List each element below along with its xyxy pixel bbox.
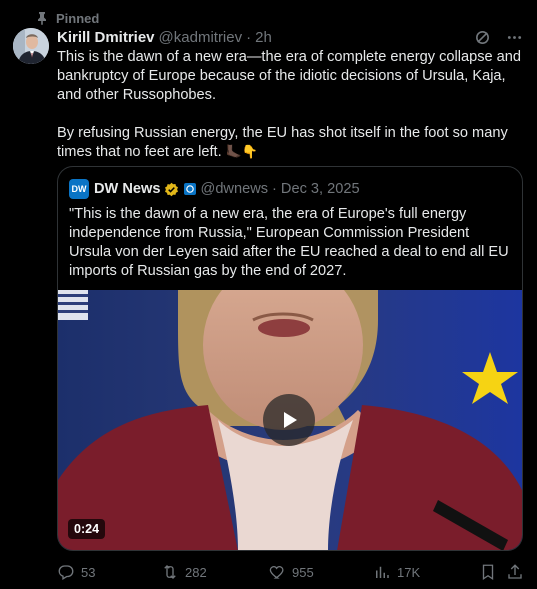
quoted-tweet[interactable]: DW DW News @dwnews · Dec 3, 2025 "This i… <box>57 166 523 551</box>
quote-text: "This is the dawn of a new era, the era … <box>69 206 509 279</box>
video-player[interactable]: 0:24 <box>58 290 522 550</box>
tweet-text: This is the dawn of a new era—the era of… <box>57 48 523 162</box>
author-handle[interactable]: @kadmitriev <box>159 29 243 46</box>
play-button[interactable] <box>263 394 315 446</box>
bookmark-icon <box>482 564 494 581</box>
reply-icon <box>58 565 74 580</box>
quote-separator: · <box>272 181 277 197</box>
affiliate-badge-icon <box>183 183 196 195</box>
repost-count: 282 <box>185 564 207 580</box>
share-button[interactable] <box>506 563 524 581</box>
pin-icon <box>36 11 48 25</box>
repost-icon <box>164 565 176 579</box>
video-duration: 0:24 <box>68 519 106 539</box>
quote-author-name[interactable]: DW News <box>94 181 161 197</box>
quote-header: DW DW News @dwnews · Dec 3, 2025 <box>69 179 360 199</box>
author-name[interactable]: Kirill Dmitriev <box>57 29 155 46</box>
author-avatar[interactable] <box>13 28 49 64</box>
tweet-paragraph-1: This is the dawn of a new era—the era of… <box>57 49 522 103</box>
views-button[interactable]: 17K <box>373 563 420 581</box>
bookmark-button[interactable] <box>479 563 497 581</box>
reply-button[interactable]: 53 <box>57 563 95 581</box>
heart-icon <box>269 566 284 579</box>
tweet-paragraph-2: By refusing Russian energy, the EU has s… <box>57 124 523 162</box>
like-button[interactable]: 955 <box>268 563 314 581</box>
dw-logo[interactable]: DW <box>69 179 89 199</box>
pinned-indicator: Pinned <box>36 10 99 26</box>
tweet-paragraph-2-text: By refusing Russian energy, the EU has s… <box>57 125 508 160</box>
repost-button[interactable]: 282 <box>161 563 207 581</box>
views-icon <box>376 566 389 578</box>
reply-count: 53 <box>81 564 96 580</box>
pinned-label: Pinned <box>56 10 100 26</box>
view-count: 17K <box>397 564 421 580</box>
play-icon <box>284 412 297 428</box>
grok-icon[interactable] <box>473 29 491 47</box>
tweet-time[interactable]: 2h <box>255 29 272 46</box>
quote-date[interactable]: Dec 3, 2025 <box>281 181 360 197</box>
tweet-emojis: 🦶🏿👇 <box>225 145 259 160</box>
share-icon <box>508 564 522 579</box>
like-count: 955 <box>292 564 314 580</box>
header-separator: · <box>246 29 252 46</box>
more-options-icon[interactable] <box>505 29 523 47</box>
quote-author-handle[interactable]: @dwnews <box>201 181 269 197</box>
verified-badge-icon <box>164 182 179 197</box>
action-bar: 53 282 955 17K <box>57 562 527 582</box>
tweet-header: Kirill Dmitriev @kadmitriev · 2h <box>57 28 523 47</box>
